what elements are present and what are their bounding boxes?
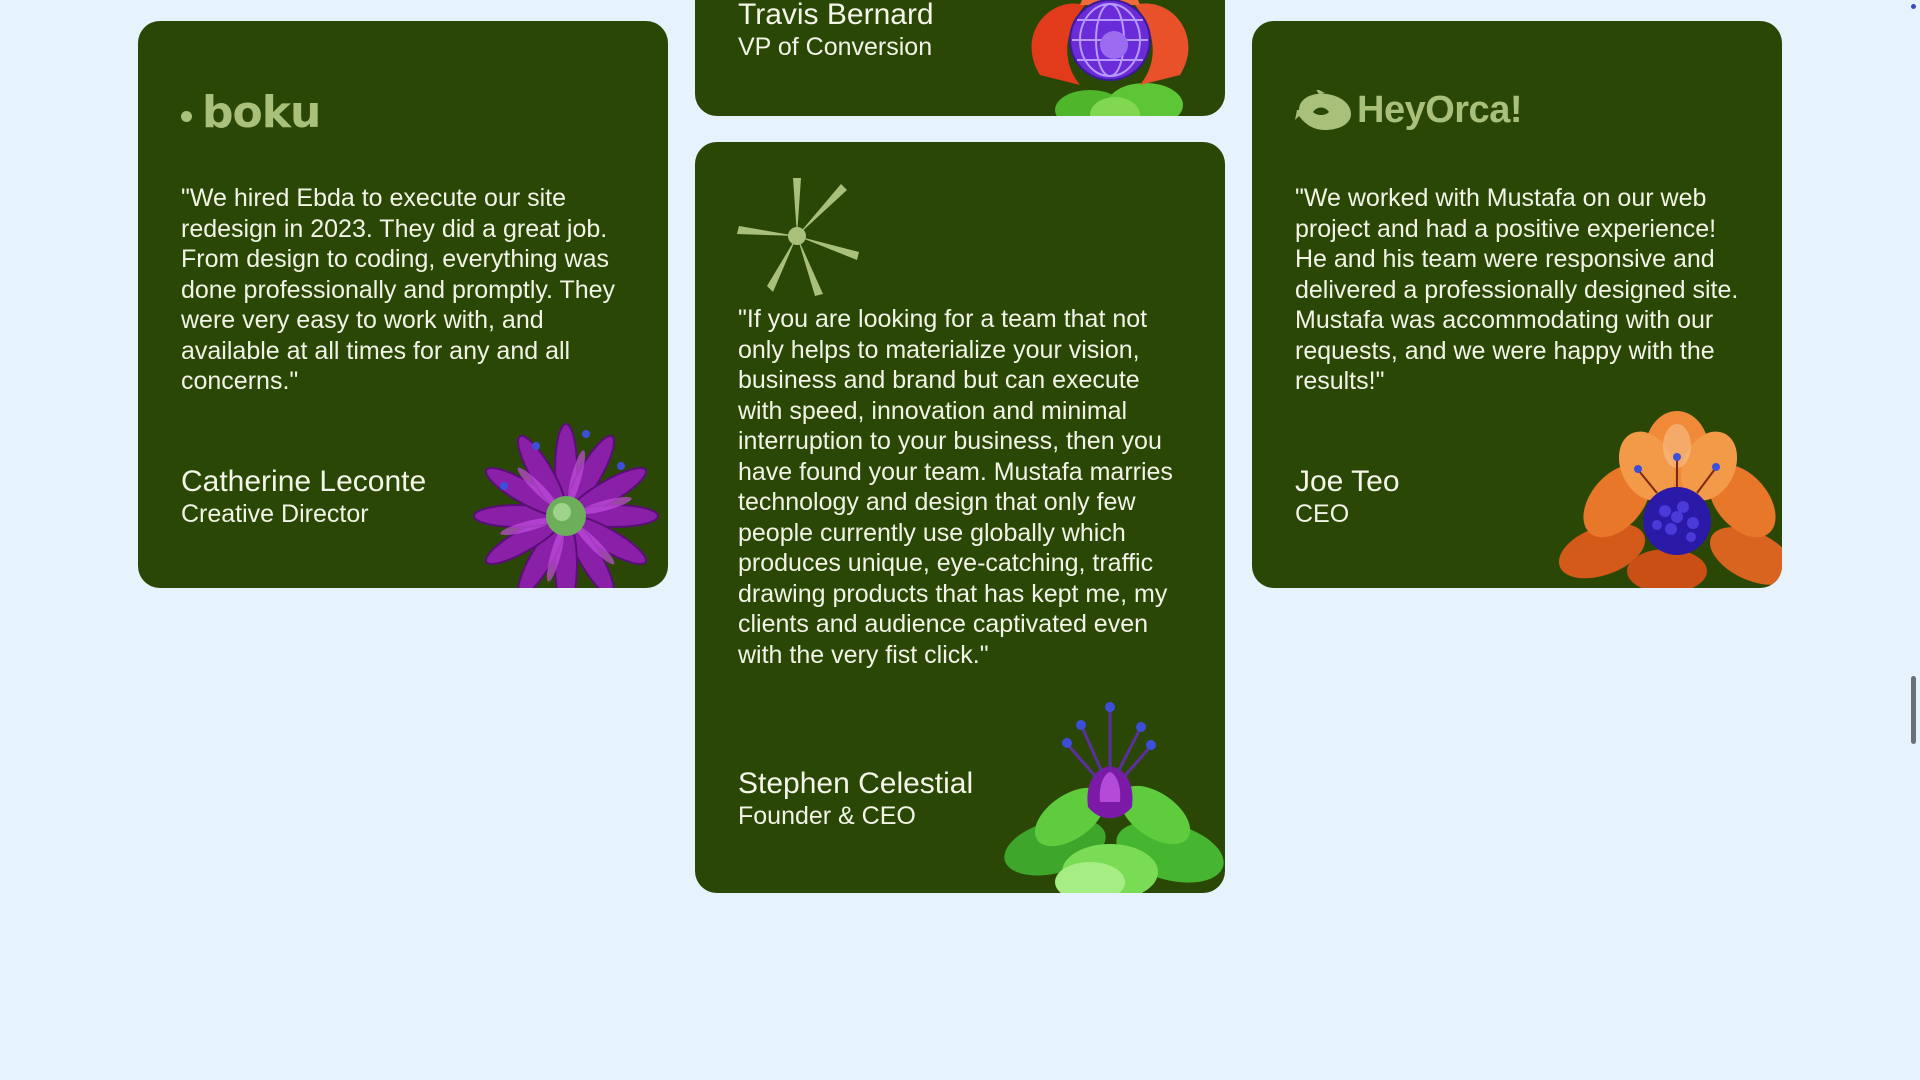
purple-flower-icon <box>473 423 659 588</box>
testimonial-quote: "We hired Ebda to execute our site redes… <box>181 184 616 395</box>
orca-icon <box>1295 89 1351 130</box>
testimonial-author: Catherine Leconte Creative Director <box>181 465 426 529</box>
author-name: Stephen Celestial <box>738 767 974 800</box>
star-sparkle-logo-icon <box>737 178 859 296</box>
author-role: Creative Director <box>181 500 369 528</box>
green-succulent-flower-icon <box>1004 702 1224 893</box>
testimonial-author: Travis Bernard VP of Conversion <box>738 0 934 62</box>
boku-logo-dot-icon <box>181 111 192 122</box>
testimonial-card-joe: HeyOrca! "We worked with Mustafa on our … <box>1252 21 1782 588</box>
author-role: VP of Conversion <box>738 33 933 61</box>
page-scrollbar[interactable] <box>1911 676 1916 744</box>
heyorca-logo-text: HeyOrca! <box>1357 89 1522 131</box>
testimonial-card-stephen: "If you are looking for a team that not … <box>695 142 1225 893</box>
heyorca-logo: HeyOrca! <box>1295 89 1522 132</box>
testimonial-card-catherine: boku "We hired Ebda to execute our site … <box>138 21 668 588</box>
testimonial-quote: "If you are looking for a team that not … <box>738 305 1173 669</box>
corner-indicator-dot-icon <box>1911 4 1916 9</box>
author-role: CEO <box>1295 500 1350 528</box>
author-role: Founder & CEO <box>738 802 916 830</box>
author-name: Travis Bernard <box>738 0 934 31</box>
red-blue-flower-icon <box>1031 0 1189 116</box>
orange-flower-icon <box>1558 411 1782 588</box>
testimonials-section: boku "We hired Ebda to execute our site … <box>0 0 1920 1080</box>
boku-logo: boku <box>181 87 321 138</box>
testimonial-author: Joe Teo CEO <box>1295 465 1400 529</box>
testimonial-author: Stephen Celestial Founder & CEO <box>738 767 973 831</box>
boku-logo-text: boku <box>202 87 321 138</box>
testimonial-card-travis: Travis Bernard VP of Conversion <box>695 0 1225 116</box>
author-name: Joe Teo <box>1295 465 1400 498</box>
author-name: Catherine Leconte <box>181 465 427 498</box>
testimonial-quote: "We worked with Mustafa on our web proje… <box>1295 184 1739 395</box>
